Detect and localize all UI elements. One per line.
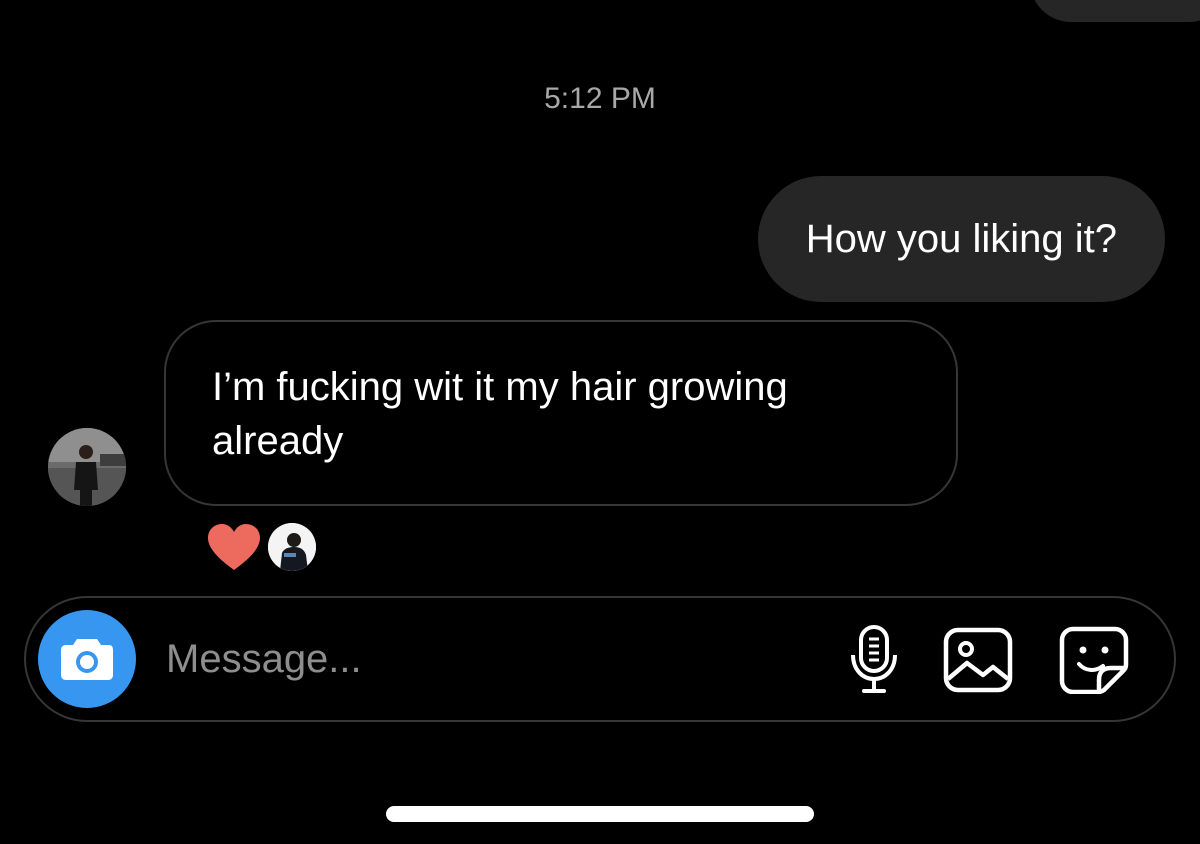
reactor-avatar[interactable] <box>268 523 316 571</box>
message-composer <box>24 596 1176 722</box>
microphone-icon <box>851 625 897 693</box>
sent-message-text: How you liking it? <box>805 216 1117 261</box>
message-timestamp: 5:12 PM <box>544 82 656 115</box>
message-input[interactable] <box>166 628 806 690</box>
sent-message-bubble[interactable]: How you liking it? <box>757 176 1165 302</box>
message-reactions[interactable] <box>206 520 316 574</box>
image-icon <box>943 627 1013 693</box>
camera-icon <box>61 639 113 680</box>
gallery-button[interactable] <box>942 624 1014 696</box>
voice-message-button[interactable] <box>838 624 910 696</box>
sender-avatar[interactable] <box>48 428 126 506</box>
sticker-button[interactable] <box>1058 624 1130 696</box>
received-message-bubble[interactable]: I’m fucking wit it my hair growing alrea… <box>164 320 958 506</box>
heart-icon <box>208 524 260 570</box>
received-message-row: I’m fucking wit it my hair growing alrea… <box>0 320 1200 510</box>
sticker-icon <box>1059 626 1129 694</box>
camera-button[interactable] <box>38 610 136 708</box>
previous-message-bubble <box>1030 0 1200 22</box>
home-indicator[interactable] <box>386 806 814 822</box>
reactor-avatar-image <box>268 523 316 571</box>
sender-avatar-image <box>48 428 126 506</box>
received-message-text: I’m fucking wit it my hair growing alrea… <box>212 365 788 463</box>
